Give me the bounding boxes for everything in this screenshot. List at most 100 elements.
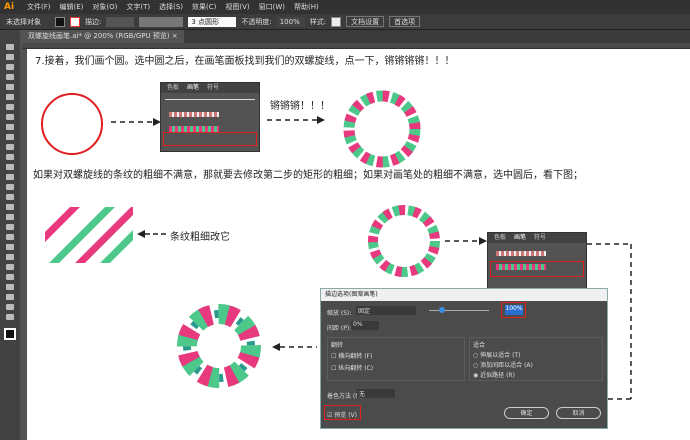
gradient-tool-icon[interactable] (6, 234, 14, 240)
menu-bar: Ai 文件(F) 编辑(E) 对象(O) 文字(T) 选择(S) 效果(C) 视… (0, 0, 690, 14)
mesh-tool-icon[interactable] (6, 224, 14, 230)
menu-help[interactable]: 帮助(H) (294, 2, 319, 12)
basic-brush[interactable] (165, 99, 255, 100)
colorize-select[interactable]: 无 (357, 389, 395, 398)
symbol-sprayer-tool-icon[interactable] (6, 264, 14, 270)
scale-label: 缩放 (S): (327, 310, 352, 317)
red-circle (41, 93, 103, 155)
artboard-tool-icon[interactable] (6, 284, 14, 290)
step7-text: 7.接着，我们画个圆。选中圆之后，在画笔面板找到我们的双螺旋线，点一下，锵锵锵锵… (35, 56, 455, 67)
flip-horizontal-checkbox[interactable]: ☐ 横向翻转 (F) (331, 351, 372, 360)
menu-type[interactable]: 文字(T) (126, 2, 150, 12)
document-tab-bar: 双螺旋线画笔.ai* @ 200% (RGB/GPU 预览) × (22, 30, 690, 43)
scale-value-highlight (501, 302, 526, 318)
fill-stroke-icon[interactable] (4, 328, 16, 340)
highlight-box (163, 132, 257, 146)
magic-wand-tool-icon[interactable] (6, 64, 14, 70)
document-setup-button[interactable]: 文档设置 (346, 16, 385, 27)
zoom-tool-icon[interactable] (6, 314, 14, 320)
wreath-1 (343, 90, 421, 168)
arrow-3 (445, 237, 487, 245)
hand-tool-icon[interactable] (6, 304, 14, 310)
stroke-weight-input[interactable] (106, 16, 135, 27)
tab-swatches-2[interactable]: 色板 (494, 233, 506, 243)
stripe-label: 条纹粗细改它 (170, 232, 230, 243)
spacing-input[interactable]: 0% (351, 321, 379, 330)
artboard[interactable]: 7.接着，我们画个圆。选中圆之后，在画笔面板找到我们的双螺旋线，点一下，锵锵锵锵… (27, 49, 690, 440)
fit-stretch-label: 伸展以适合 (T) (480, 352, 521, 359)
arrow-left (137, 230, 167, 238)
stroke-label: 描边: (85, 17, 102, 26)
menu-file[interactable]: 文件(F) (27, 2, 51, 12)
tab-swatches[interactable]: 色板 (167, 83, 179, 93)
wreath-2 (368, 205, 440, 277)
menu-object[interactable]: 对象(O) (92, 2, 117, 12)
scale-slider[interactable] (429, 310, 489, 311)
cheer-text: 锵锵锵！！！ (270, 101, 330, 112)
flip-vertical-checkbox[interactable]: ☐ 纵向翻转 (C) (331, 363, 373, 372)
perspective-tool-icon[interactable] (6, 214, 14, 220)
stroke-swatch[interactable] (70, 16, 80, 27)
fit-space-label: 添加间距以适合 (A) (480, 362, 533, 369)
selection-tool-icon[interactable] (6, 44, 14, 50)
scale-mode-select[interactable]: 固定 (356, 306, 416, 315)
scale-tool-icon[interactable] (6, 174, 14, 180)
menu-effect[interactable]: 效果(C) (192, 2, 216, 12)
scale-slider-thumb[interactable] (439, 307, 445, 313)
brush-select[interactable]: 3 点圆形 (188, 16, 237, 27)
lasso-tool-icon[interactable] (6, 74, 14, 80)
style-label: 样式: (309, 17, 327, 26)
menu-view[interactable]: 视图(V) (225, 2, 249, 12)
preferences-button[interactable]: 首选项 (389, 16, 421, 27)
fit-title: 适合 (473, 342, 486, 349)
close-tab-icon[interactable]: × (172, 32, 178, 40)
fit-approx-radio[interactable]: ◉ 近似路径 (R) (473, 370, 515, 379)
slice-tool-icon[interactable] (6, 294, 14, 300)
paintbrush-tool-icon[interactable] (6, 134, 14, 140)
pen-tool-icon[interactable] (6, 84, 14, 90)
eyedropper-tool-icon[interactable] (6, 244, 14, 250)
variable-width-select[interactable] (139, 16, 184, 27)
menu-edit[interactable]: 编辑(E) (60, 2, 84, 12)
selection-status: 未选择对象 (6, 17, 41, 26)
rotate-tool-icon[interactable] (6, 164, 14, 170)
line-tool-icon[interactable] (6, 114, 14, 120)
fill-swatch[interactable] (55, 16, 65, 27)
direct-selection-tool-icon[interactable] (6, 54, 14, 60)
cancel-button[interactable]: 取消 (556, 407, 601, 419)
rectangle-tool-icon[interactable] (6, 124, 14, 130)
tab-symbols-2[interactable]: 符号 (534, 233, 546, 243)
menu-window[interactable]: 窗口(W) (259, 2, 285, 12)
wreath-3 (177, 304, 261, 388)
graph-tool-icon[interactable] (6, 274, 14, 280)
pencil-tool-icon[interactable] (6, 144, 14, 150)
stroke-options-dialog: 描边选项(图案画笔) 缩放 (S): 固定 100% 间距 (P): 0% 翻转… (320, 288, 608, 429)
blend-tool-icon[interactable] (6, 254, 14, 260)
curvature-tool-icon[interactable] (6, 94, 14, 100)
brush-pattern-1[interactable] (169, 112, 219, 117)
shape-builder-tool-icon[interactable] (6, 204, 14, 210)
preview-highlight (324, 405, 361, 420)
tab-brushes-2[interactable]: 画笔 (514, 233, 526, 243)
tab-brushes[interactable]: 画笔 (187, 83, 199, 93)
document-tab-title: 双螺旋线画笔.ai* @ 200% (RGB/GPU 预览) (28, 32, 170, 40)
tab-symbols[interactable]: 符号 (207, 83, 219, 93)
ok-button[interactable]: 确定 (504, 407, 549, 419)
note-text: 如果对双螺旋线的条纹的粗细不满意，那就要去修改第二步的矩形的粗细；如果对画笔处的… (33, 170, 583, 181)
fit-space-radio[interactable]: ○ 添加间距以适合 (A) (473, 360, 533, 369)
type-tool-icon[interactable] (6, 104, 14, 110)
eraser-tool-icon[interactable] (6, 154, 14, 160)
free-transform-tool-icon[interactable] (6, 194, 14, 200)
opacity-input[interactable]: 100% (276, 16, 305, 27)
highlight-box-2 (490, 261, 584, 277)
arrow-1 (111, 118, 161, 126)
brush-pattern-1b[interactable] (496, 251, 546, 256)
arrow-4 (272, 343, 317, 351)
width-tool-icon[interactable] (6, 184, 14, 190)
document-tab[interactable]: 双螺旋线画笔.ai* @ 200% (RGB/GPU 预览) × (22, 30, 184, 43)
flip-horizontal-label: 横向翻转 (F) (338, 353, 373, 360)
style-swatch[interactable] (331, 16, 342, 27)
menu-select[interactable]: 选择(S) (159, 2, 183, 12)
control-bar: 未选择对象 描边: 3 点圆形 不透明度: 100% 样式: 文档设置 首选项 (0, 14, 690, 30)
fit-stretch-radio[interactable]: ○ 伸展以适合 (T) (473, 350, 520, 359)
